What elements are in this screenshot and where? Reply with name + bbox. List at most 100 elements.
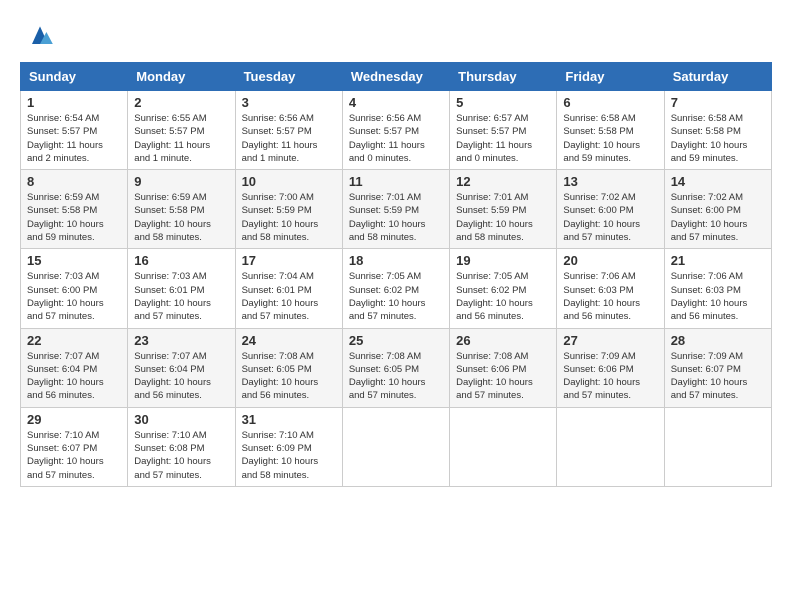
week-row-3: 15 Sunrise: 7:03 AMSunset: 6:00 PMDayligh… xyxy=(21,249,772,328)
day-info: Sunrise: 7:10 AMSunset: 6:07 PMDaylight:… xyxy=(27,429,121,482)
day-info: Sunrise: 7:05 AMSunset: 6:02 PMDaylight:… xyxy=(349,270,443,323)
day-number: 28 xyxy=(671,333,765,348)
day-info: Sunrise: 7:06 AMSunset: 6:03 PMDaylight:… xyxy=(563,270,657,323)
day-number: 14 xyxy=(671,174,765,189)
day-info: Sunrise: 6:59 AMSunset: 5:58 PMDaylight:… xyxy=(134,191,228,244)
day-info: Sunrise: 7:07 AMSunset: 6:04 PMDaylight:… xyxy=(134,350,228,403)
day-info: Sunrise: 7:00 AMSunset: 5:59 PMDaylight:… xyxy=(242,191,336,244)
calendar-cell: 27 Sunrise: 7:09 AMSunset: 6:06 PMDayligh… xyxy=(557,328,664,407)
calendar-cell: 31Sunrise: 7:10 AMSunset: 6:09 PMDayligh… xyxy=(235,407,342,486)
day-info: Sunrise: 7:08 AMSunset: 6:06 PMDaylight:… xyxy=(456,350,550,403)
calendar-cell: 15 Sunrise: 7:03 AMSunset: 6:00 PMDayligh… xyxy=(21,249,128,328)
header-saturday: Saturday xyxy=(664,63,771,91)
day-info: Sunrise: 7:09 AMSunset: 6:06 PMDaylight:… xyxy=(563,350,657,403)
day-number: 29 xyxy=(27,412,121,427)
calendar-cell: 25 Sunrise: 7:08 AMSunset: 6:05 PMDayligh… xyxy=(342,328,449,407)
day-number: 30 xyxy=(134,412,228,427)
day-number: 17 xyxy=(242,253,336,268)
calendar-cell: 3Sunrise: 6:56 AMSunset: 5:57 PMDaylight… xyxy=(235,91,342,170)
day-info: Sunrise: 7:06 AMSunset: 6:03 PMDaylight:… xyxy=(671,270,765,323)
day-number: 13 xyxy=(563,174,657,189)
calendar-cell: 12Sunrise: 7:01 AMSunset: 5:59 PMDayligh… xyxy=(450,170,557,249)
calendar-cell: 23Sunrise: 7:07 AMSunset: 6:04 PMDayligh… xyxy=(128,328,235,407)
day-info: Sunrise: 7:10 AMSunset: 6:08 PMDaylight:… xyxy=(134,429,228,482)
calendar-cell: 1 Sunrise: 6:54 AMSunset: 5:57 PMDaylight… xyxy=(21,91,128,170)
day-info: Sunrise: 7:08 AMSunset: 6:05 PMDaylight:… xyxy=(242,350,336,403)
calendar-cell: 26 Sunrise: 7:08 AMSunset: 6:06 PMDayligh… xyxy=(450,328,557,407)
day-number: 31 xyxy=(242,412,336,427)
calendar-cell: 18Sunrise: 7:05 AMSunset: 6:02 PMDayligh… xyxy=(342,249,449,328)
calendar-cell xyxy=(664,407,771,486)
week-row-1: 1 Sunrise: 6:54 AMSunset: 5:57 PMDaylight… xyxy=(21,91,772,170)
calendar-header-row: SundayMondayTuesdayWednesdayThursdayFrid… xyxy=(21,63,772,91)
day-number: 20 xyxy=(563,253,657,268)
calendar-cell: 22 Sunrise: 7:07 AMSunset: 6:04 PMDayligh… xyxy=(21,328,128,407)
day-info: Sunrise: 6:56 AMSunset: 5:57 PMDaylight:… xyxy=(349,112,443,165)
day-number: 16 xyxy=(134,253,228,268)
day-info: Sunrise: 6:56 AMSunset: 5:57 PMDaylight:… xyxy=(242,112,336,165)
week-row-2: 8 Sunrise: 6:59 AMSunset: 5:58 PMDaylight… xyxy=(21,170,772,249)
header-tuesday: Tuesday xyxy=(235,63,342,91)
calendar-cell: 30 Sunrise: 7:10 AMSunset: 6:08 PMDayligh… xyxy=(128,407,235,486)
calendar-cell xyxy=(450,407,557,486)
day-info: Sunrise: 7:03 AMSunset: 6:01 PMDaylight:… xyxy=(134,270,228,323)
day-info: Sunrise: 7:01 AMSunset: 5:59 PMDaylight:… xyxy=(349,191,443,244)
day-number: 25 xyxy=(349,333,443,348)
calendar-cell xyxy=(557,407,664,486)
day-number: 21 xyxy=(671,253,765,268)
day-number: 1 xyxy=(27,95,121,110)
calendar-cell: 5 Sunrise: 6:57 AMSunset: 5:57 PMDaylight… xyxy=(450,91,557,170)
day-number: 6 xyxy=(563,95,657,110)
day-info: Sunrise: 7:02 AMSunset: 6:00 PMDaylight:… xyxy=(671,191,765,244)
day-info: Sunrise: 6:59 AMSunset: 5:58 PMDaylight:… xyxy=(27,191,121,244)
header-friday: Friday xyxy=(557,63,664,91)
day-number: 22 xyxy=(27,333,121,348)
day-info: Sunrise: 7:01 AMSunset: 5:59 PMDaylight:… xyxy=(456,191,550,244)
day-info: Sunrise: 7:09 AMSunset: 6:07 PMDaylight:… xyxy=(671,350,765,403)
calendar-cell: 17 Sunrise: 7:04 AMSunset: 6:01 PMDayligh… xyxy=(235,249,342,328)
calendar-cell: 13 Sunrise: 7:02 AMSunset: 6:00 PMDayligh… xyxy=(557,170,664,249)
day-number: 2 xyxy=(134,95,228,110)
week-row-4: 22 Sunrise: 7:07 AMSunset: 6:04 PMDayligh… xyxy=(21,328,772,407)
day-info: Sunrise: 6:55 AMSunset: 5:57 PMDaylight:… xyxy=(134,112,228,165)
day-number: 26 xyxy=(456,333,550,348)
calendar-cell: 9 Sunrise: 6:59 AMSunset: 5:58 PMDaylight… xyxy=(128,170,235,249)
day-info: Sunrise: 7:07 AMSunset: 6:04 PMDaylight:… xyxy=(27,350,121,403)
calendar-cell: 2 Sunrise: 6:55 AMSunset: 5:57 PMDaylight… xyxy=(128,91,235,170)
day-number: 27 xyxy=(563,333,657,348)
day-info: Sunrise: 7:02 AMSunset: 6:00 PMDaylight:… xyxy=(563,191,657,244)
header xyxy=(20,20,772,52)
calendar-cell: 6 Sunrise: 6:58 AMSunset: 5:58 PMDaylight… xyxy=(557,91,664,170)
day-info: Sunrise: 6:58 AMSunset: 5:58 PMDaylight:… xyxy=(671,112,765,165)
day-info: Sunrise: 7:04 AMSunset: 6:01 PMDaylight:… xyxy=(242,270,336,323)
day-number: 9 xyxy=(134,174,228,189)
calendar-cell: 10 Sunrise: 7:00 AMSunset: 5:59 PMDayligh… xyxy=(235,170,342,249)
day-info: Sunrise: 6:54 AMSunset: 5:57 PMDaylight:… xyxy=(27,112,121,165)
day-info: Sunrise: 7:03 AMSunset: 6:00 PMDaylight:… xyxy=(27,270,121,323)
header-monday: Monday xyxy=(128,63,235,91)
calendar-cell: 11Sunrise: 7:01 AMSunset: 5:59 PMDayligh… xyxy=(342,170,449,249)
calendar-cell xyxy=(342,407,449,486)
day-info: Sunrise: 6:58 AMSunset: 5:58 PMDaylight:… xyxy=(563,112,657,165)
header-wednesday: Wednesday xyxy=(342,63,449,91)
day-info: Sunrise: 7:08 AMSunset: 6:05 PMDaylight:… xyxy=(349,350,443,403)
calendar-cell: 16 Sunrise: 7:03 AMSunset: 6:01 PMDayligh… xyxy=(128,249,235,328)
calendar: SundayMondayTuesdayWednesdayThursdayFrid… xyxy=(20,62,772,487)
day-number: 8 xyxy=(27,174,121,189)
calendar-cell: 24Sunrise: 7:08 AMSunset: 6:05 PMDayligh… xyxy=(235,328,342,407)
week-row-5: 29 Sunrise: 7:10 AMSunset: 6:07 PMDayligh… xyxy=(21,407,772,486)
calendar-cell: 19 Sunrise: 7:05 AMSunset: 6:02 PMDayligh… xyxy=(450,249,557,328)
day-number: 4 xyxy=(349,95,443,110)
calendar-cell: 14 Sunrise: 7:02 AMSunset: 6:00 PMDayligh… xyxy=(664,170,771,249)
day-info: Sunrise: 7:05 AMSunset: 6:02 PMDaylight:… xyxy=(456,270,550,323)
day-number: 15 xyxy=(27,253,121,268)
logo-icon xyxy=(24,20,56,52)
day-number: 10 xyxy=(242,174,336,189)
day-number: 19 xyxy=(456,253,550,268)
logo xyxy=(20,20,56,52)
calendar-cell: 7 Sunrise: 6:58 AMSunset: 5:58 PMDaylight… xyxy=(664,91,771,170)
calendar-cell: 4 Sunrise: 6:56 AMSunset: 5:57 PMDaylight… xyxy=(342,91,449,170)
day-info: Sunrise: 6:57 AMSunset: 5:57 PMDaylight:… xyxy=(456,112,550,165)
day-number: 5 xyxy=(456,95,550,110)
day-number: 7 xyxy=(671,95,765,110)
